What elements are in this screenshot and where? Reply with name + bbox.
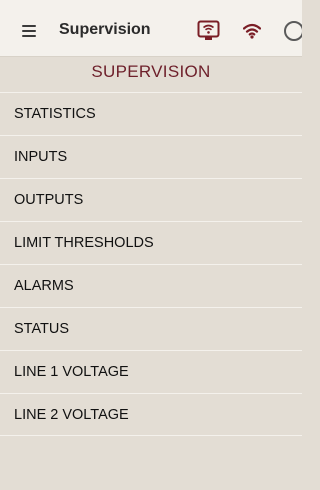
device-wifi-icon[interactable]: [197, 20, 220, 42]
menu-item-status[interactable]: STATUS: [0, 307, 302, 350]
menu-icon-bar: [22, 30, 36, 32]
menu-icon[interactable]: [22, 25, 36, 37]
menu-item-limit-thresholds[interactable]: LIMIT THRESHOLDS: [0, 221, 302, 264]
circle-icon[interactable]: [284, 21, 302, 41]
wifi-icon[interactable]: [243, 23, 261, 39]
menu-item-line-2-voltage[interactable]: LINE 2 VOLTAGE: [0, 393, 302, 436]
menu-item-alarms[interactable]: ALARMS: [0, 264, 302, 307]
menu-item-statistics[interactable]: STATISTICS: [0, 92, 302, 135]
menu-icon-bar: [22, 25, 36, 27]
page-title: SUPERVISION: [91, 62, 211, 81]
top-app-bar: Supervision: [0, 0, 302, 57]
supervision-menu-list: STATISTICS INPUTS OUTPUTS LIMIT THRESHOL…: [0, 92, 302, 436]
app-bar-title: Supervision: [59, 21, 151, 38]
menu-item-line-1-voltage[interactable]: LINE 1 VOLTAGE: [0, 350, 302, 393]
app-screen: Supervision SUPERVISION STATISTICS INPUT…: [0, 0, 302, 490]
menu-item-outputs[interactable]: OUTPUTS: [0, 178, 302, 221]
menu-item-inputs[interactable]: INPUTS: [0, 135, 302, 178]
menu-icon-bar: [22, 35, 36, 37]
